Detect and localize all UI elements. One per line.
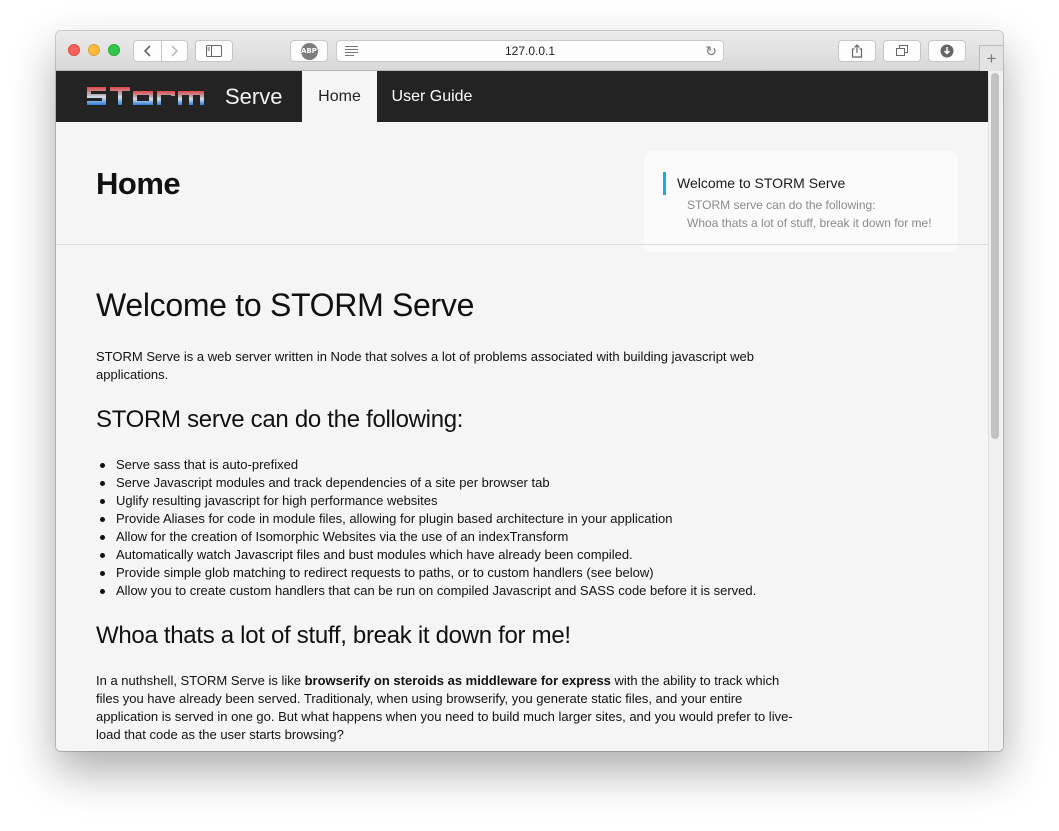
feature-text: Allow you to create custom handlers that… <box>116 583 757 598</box>
download-icon <box>940 44 954 58</box>
welcome-heading: Welcome to STORM Serve <box>96 287 475 323</box>
reload-icon[interactable]: ↻ <box>705 43 717 60</box>
intro-paragraph: STORM Serve is a web server written in N… <box>96 349 754 382</box>
breakdown-paragraph: In a nuthshell, STORM Serve is like brow… <box>96 672 796 744</box>
toc-active-indicator <box>663 172 666 195</box>
tabs-icon <box>895 45 908 56</box>
forward-button[interactable] <box>161 41 188 61</box>
feature-text: Serve Javascript modules and track depen… <box>116 475 550 490</box>
list-item: Serve sass that is auto-prefixed <box>96 456 756 474</box>
features-heading: STORM serve can do the following: <box>96 406 464 433</box>
browser-window: ABP 127.0.0.1 ↻ + Serve Home User Guide … <box>56 31 1003 751</box>
nav-tab-user-guide[interactable]: User Guide <box>377 71 487 122</box>
feature-text: Provide Aliases for code in module files… <box>116 511 673 526</box>
page-title: Home <box>96 166 181 201</box>
share-icon <box>851 44 863 58</box>
chevron-right-icon <box>171 45 179 57</box>
bullet-icon <box>100 553 105 558</box>
feature-text: Uglify resulting javascript for high per… <box>116 493 438 508</box>
breakdown-emphasis: browserify on steroids as middleware for… <box>304 673 611 688</box>
bullet-icon <box>100 589 105 594</box>
sidebar-icon <box>206 45 222 57</box>
address-bar[interactable]: 127.0.0.1 ↻ <box>336 40 724 62</box>
adblock-button[interactable]: ABP <box>290 40 328 62</box>
address-url: 127.0.0.1 <box>504 44 556 58</box>
page-content: Home Welcome to STORM Serve STORM serve … <box>56 122 988 751</box>
bullet-icon <box>100 463 105 468</box>
chevron-left-icon <box>143 45 151 57</box>
bullet-icon <box>100 481 105 486</box>
downloads-button[interactable] <box>928 40 966 62</box>
feature-text: Allow for the creation of Isomorphic Web… <box>116 529 569 544</box>
list-item: Uglify resulting javascript for high per… <box>96 492 756 510</box>
close-window-button[interactable] <box>68 44 80 56</box>
toc-link-breakdown[interactable]: Whoa thats a lot of stuff, break it down… <box>687 216 932 230</box>
list-item: Allow for the creation of Isomorphic Web… <box>96 528 756 546</box>
share-button[interactable] <box>838 40 876 62</box>
storm-logo-image <box>87 87 204 105</box>
scrollbar-thumb[interactable] <box>991 73 999 439</box>
site-header: Serve Home User Guide <box>56 71 988 122</box>
toc-link-welcome[interactable]: Welcome to STORM Serve <box>677 175 845 191</box>
list-item: Serve Javascript modules and track depen… <box>96 474 756 492</box>
storm-logo[interactable] <box>86 83 206 114</box>
table-of-contents: Welcome to STORM Serve STORM serve can d… <box>644 151 958 252</box>
list-item: Allow you to create custom handlers that… <box>96 582 756 600</box>
new-tab-button[interactable]: + <box>979 45 1003 71</box>
bullet-icon <box>100 535 105 540</box>
feature-text: Automatically watch Javascript files and… <box>116 547 633 562</box>
header-divider <box>56 244 988 245</box>
toc-link-features[interactable]: STORM serve can do the following: <box>687 198 876 212</box>
list-item: Provide Aliases for code in module files… <box>96 510 756 528</box>
zoom-window-button[interactable] <box>108 44 120 56</box>
nav-tab-home[interactable]: Home <box>302 71 377 122</box>
feature-text: Provide simple glob matching to redirect… <box>116 565 654 580</box>
bullet-icon <box>100 499 105 504</box>
bullet-icon <box>100 571 105 576</box>
adblock-icon: ABP <box>300 42 318 60</box>
breakdown-heading: Whoa thats a lot of stuff, break it down… <box>96 622 571 649</box>
tabs-overview-button[interactable] <box>883 40 921 62</box>
brand-subtitle: Serve <box>225 84 283 109</box>
history-nav-group <box>133 40 188 62</box>
minimize-window-button[interactable] <box>88 44 100 56</box>
list-item: Provide simple glob matching to redirect… <box>96 564 756 582</box>
list-item: Automatically watch Javascript files and… <box>96 546 756 564</box>
back-button[interactable] <box>134 41 162 61</box>
sidebar-toggle-button[interactable] <box>195 40 233 62</box>
breakdown-text-start: In a nuthshell, STORM Serve is like <box>96 673 305 688</box>
browser-toolbar: ABP 127.0.0.1 ↻ + <box>56 31 1003 71</box>
feature-text: Serve sass that is auto-prefixed <box>116 457 299 472</box>
features-list: Serve sass that is auto-prefixed Serve J… <box>96 456 756 600</box>
bullet-icon <box>100 517 105 522</box>
